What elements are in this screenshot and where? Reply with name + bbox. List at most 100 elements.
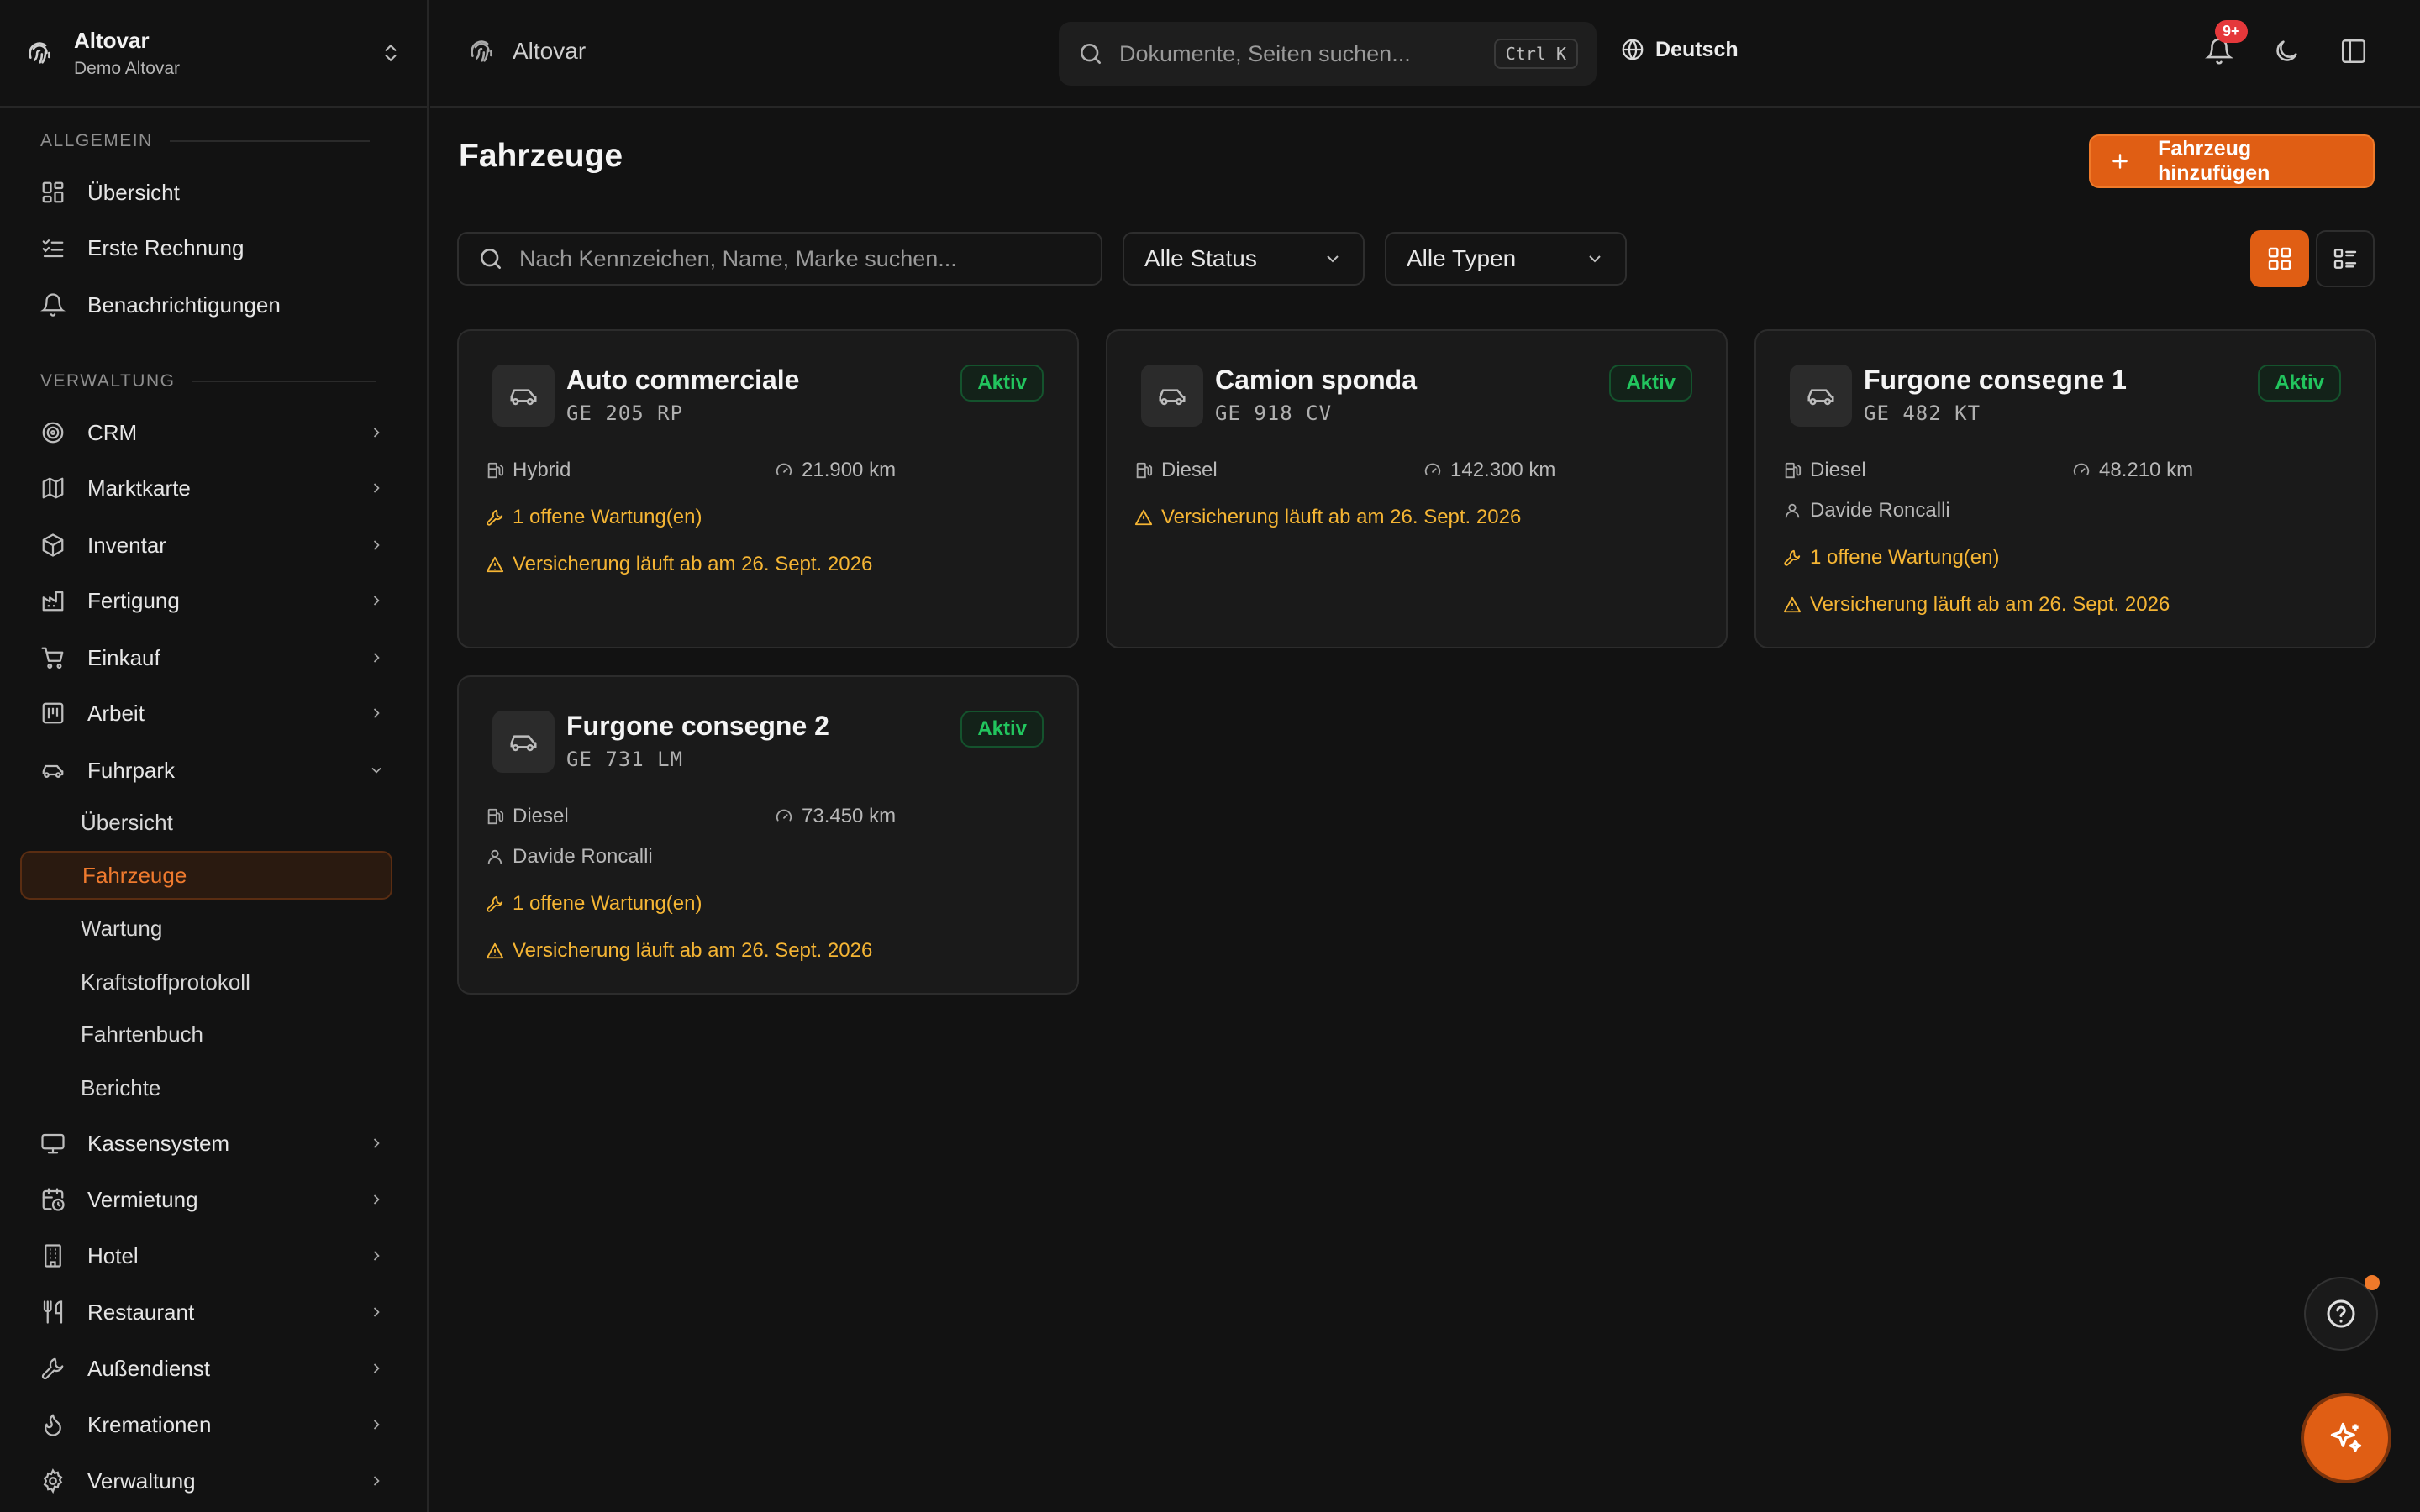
gauge-icon bbox=[776, 809, 792, 822]
sidebar-item-manufacturing[interactable]: Fertigung bbox=[40, 580, 385, 622]
grid-view-button[interactable] bbox=[2250, 230, 2309, 287]
globe-icon bbox=[1622, 38, 1644, 61]
vehicle-card[interactable]: Furgone consegne 2 GE 731 LM Aktiv Diese… bbox=[457, 675, 1079, 995]
status-filter-select[interactable]: Alle Status bbox=[1123, 232, 1365, 286]
chevron-right-icon bbox=[373, 428, 380, 438]
shortcut-hint: Ctrl K bbox=[1493, 39, 1578, 69]
sidebar-item-notifications[interactable]: Benachrichtigungen bbox=[40, 284, 385, 326]
org-name: Altovar bbox=[74, 27, 150, 53]
vehicle-search-input[interactable]: Nach Kennzeichen, Name, Marke suchen... bbox=[457, 232, 1102, 286]
sidebar-item-work[interactable]: Arbeit bbox=[40, 692, 385, 734]
grid-icon bbox=[2268, 247, 2291, 270]
gauge-icon bbox=[776, 463, 792, 475]
sidebar-item-restaurant[interactable]: Restaurant bbox=[40, 1291, 385, 1333]
gauge-icon bbox=[2073, 463, 2090, 475]
breadcrumb[interactable]: Altovar bbox=[467, 37, 586, 66]
chevron-right-icon bbox=[373, 1138, 380, 1148]
sidebar-item-inventory[interactable]: Inventar bbox=[40, 524, 385, 566]
bell-icon bbox=[40, 293, 66, 317]
section-label-general: ALLGEMEIN bbox=[40, 131, 370, 151]
vehicle-plate: GE 918 CV bbox=[1215, 402, 1333, 425]
wrench-icon bbox=[1784, 549, 1801, 566]
sidebar-item-purchasing[interactable]: Einkauf bbox=[40, 637, 385, 679]
fuel-type: Diesel bbox=[1783, 459, 1866, 482]
ai-assistant-button[interactable] bbox=[2304, 1396, 2388, 1480]
vehicle-card[interactable]: Furgone consegne 1 GE 482 KT Aktiv Diese… bbox=[1754, 329, 2376, 648]
sidebar-item-cremations[interactable]: Kremationen bbox=[40, 1404, 385, 1446]
sparkles-icon bbox=[2330, 1422, 2362, 1452]
list-icon bbox=[2333, 249, 2357, 269]
vehicle-card[interactable]: Auto commerciale GE 205 RP Aktiv Hybrid … bbox=[457, 329, 1079, 648]
mileage: 142.300 km bbox=[1423, 459, 1555, 482]
vehicle-plate: GE 731 LM bbox=[566, 748, 684, 771]
chevron-right-icon bbox=[373, 1476, 380, 1486]
vehicle-avatar bbox=[1790, 365, 1852, 427]
fuel-pump-icon bbox=[1785, 462, 1802, 479]
breadcrumb-label: Altovar bbox=[513, 38, 587, 64]
fuel-pump-icon bbox=[1136, 462, 1153, 479]
sidebar-toggle-icon[interactable] bbox=[2339, 37, 2368, 66]
package-icon bbox=[42, 533, 64, 557]
wrench-icon bbox=[487, 509, 503, 526]
building-icon bbox=[45, 1244, 61, 1268]
car-icon bbox=[42, 764, 64, 778]
chevron-right-icon bbox=[373, 540, 380, 550]
sidebar-item-crm[interactable]: CRM bbox=[40, 412, 385, 454]
search-placeholder: Dokumente, Seiten suchen... bbox=[1119, 40, 1411, 66]
sidebar-item-field-service[interactable]: Außendienst bbox=[40, 1347, 385, 1389]
org-switcher[interactable]: Altovar Demo Altovar bbox=[0, 0, 427, 108]
car-icon bbox=[1159, 389, 1186, 406]
warning-icon bbox=[1134, 509, 1153, 526]
vehicle-name: Auto commerciale bbox=[566, 365, 800, 395]
vehicle-plate: GE 482 KT bbox=[1864, 402, 1981, 425]
sidebar-item-overview[interactable]: Übersicht bbox=[40, 171, 385, 213]
sidebar-subitem-maintenance[interactable]: Wartung bbox=[20, 904, 392, 953]
calendar-clock-icon bbox=[42, 1188, 65, 1211]
chevron-down-icon bbox=[1327, 255, 1339, 263]
chevrons-up-down-icon bbox=[385, 44, 397, 62]
language-switcher[interactable]: Deutsch bbox=[1620, 37, 1739, 62]
sidebar-item-rental[interactable]: Vermietung bbox=[40, 1179, 385, 1221]
page-title: Fahrzeuge bbox=[459, 138, 623, 174]
status-badge: Aktiv bbox=[2258, 365, 2341, 402]
sidebar-item-administration[interactable]: Verwaltung bbox=[40, 1460, 385, 1502]
gauge-icon bbox=[1424, 463, 1441, 475]
status-badge: Aktiv bbox=[1609, 365, 1692, 402]
sidebar-item-first-invoice[interactable]: Erste Rechnung bbox=[40, 227, 385, 269]
sidebar-item-pos[interactable]: Kassensystem bbox=[40, 1122, 385, 1164]
moon-icon[interactable] bbox=[2272, 37, 2301, 66]
flame-icon bbox=[45, 1414, 61, 1436]
sidebar-subitem-fleet-overview[interactable]: Übersicht bbox=[20, 798, 392, 847]
wrench-icon bbox=[487, 895, 503, 912]
wrench-icon bbox=[41, 1357, 64, 1380]
warning-icon bbox=[486, 556, 504, 573]
add-vehicle-button[interactable]: Fahrzeug hinzufügen bbox=[2089, 134, 2375, 188]
warning-icon bbox=[1783, 596, 1802, 613]
mileage: 48.210 km bbox=[2072, 459, 2193, 482]
list-view-button[interactable] bbox=[2316, 230, 2375, 287]
fuel-type: Hybrid bbox=[486, 459, 571, 482]
vehicle-card[interactable]: Camion sponda GE 918 CV Aktiv Diesel 142… bbox=[1106, 329, 1728, 648]
search-icon bbox=[1081, 44, 1101, 64]
sidebar-item-hotel[interactable]: Hotel bbox=[40, 1235, 385, 1277]
warning-icon bbox=[486, 942, 504, 959]
sidebar-subitem-logbook[interactable]: Fahrtenbuch bbox=[20, 1010, 392, 1058]
sidebar-subitem-fuel-log[interactable]: Kraftstoffprotokoll bbox=[20, 958, 392, 1006]
type-filter-select[interactable]: Alle Typen bbox=[1385, 232, 1627, 286]
fuel-type: Diesel bbox=[486, 805, 569, 828]
user-icon bbox=[1785, 503, 1800, 518]
sidebar-item-market-map[interactable]: Marktkarte bbox=[40, 467, 385, 509]
utensils-icon bbox=[43, 1300, 63, 1324]
mileage: 21.900 km bbox=[775, 459, 896, 482]
chevron-right-icon bbox=[373, 1420, 380, 1430]
sidebar-subitem-reports[interactable]: Berichte bbox=[20, 1063, 392, 1112]
chevron-right-icon bbox=[373, 1307, 380, 1317]
vehicle-plate: GE 205 RP bbox=[566, 402, 684, 425]
sidebar-subitem-vehicles[interactable]: Fahrzeuge bbox=[20, 851, 392, 900]
help-indicator-dot bbox=[2365, 1275, 2380, 1290]
help-circle-icon bbox=[2327, 1299, 2355, 1328]
global-search-input[interactable]: Dokumente, Seiten suchen... Ctrl K bbox=[1059, 22, 1597, 86]
org-subtitle: Demo Altovar bbox=[74, 58, 181, 78]
sidebar-item-fleet[interactable]: Fuhrpark bbox=[40, 749, 385, 791]
work-icon bbox=[42, 702, 64, 724]
